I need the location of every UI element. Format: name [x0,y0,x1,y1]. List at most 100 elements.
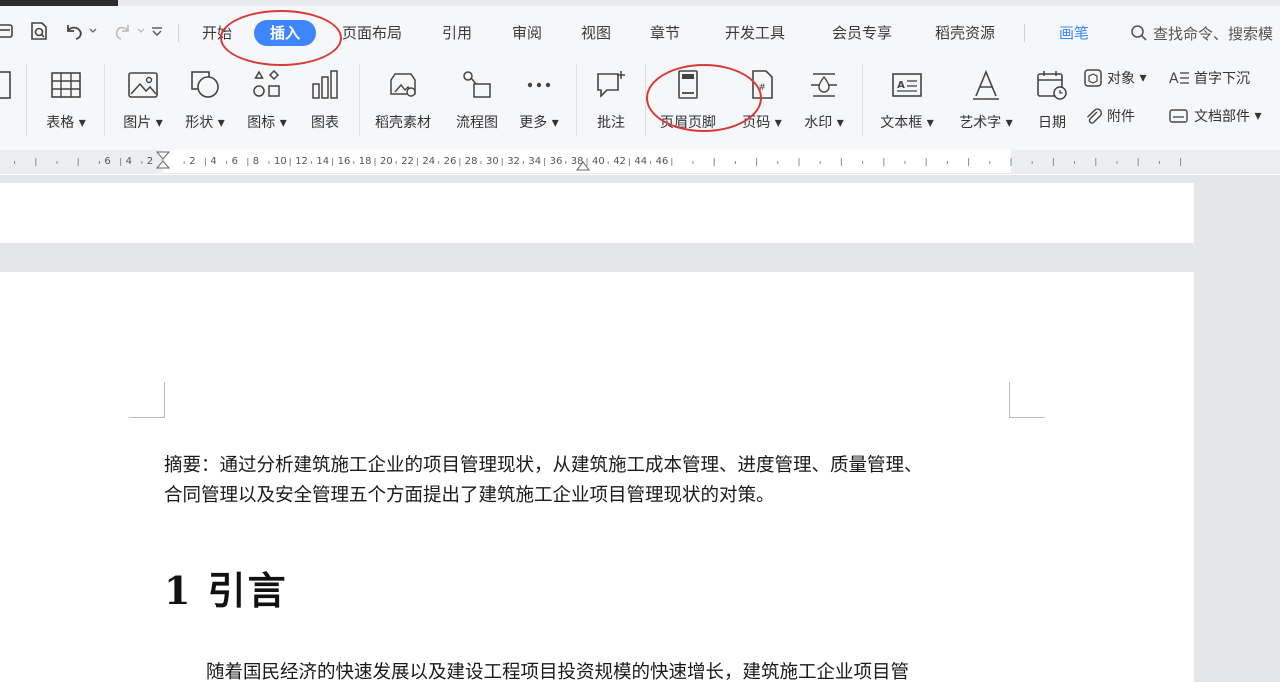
attachment-button[interactable]: 附件 [1083,104,1135,128]
comment-label: 批注 [597,115,625,131]
object-button[interactable]: 对象 ▾ [1083,66,1146,90]
more-label: 更多 [519,115,548,131]
svg-text:A: A [1169,71,1179,87]
icons-library-icon [253,69,280,97]
group-separator [104,64,105,136]
doc-parts-icon [1169,109,1188,123]
ruler-margin-right [1011,150,1280,174]
ruler-label: 6 [232,156,238,167]
attachment-label: 附件 [1107,109,1135,125]
table-button[interactable]: 表格 ▾ [37,66,95,136]
wps-writer-window: 开始 插入 页面布局 引用 审阅 视图 章节 开发工具 会员专享 稻壳资源 画笔… [0,0,1280,682]
tab-separator [1024,24,1025,42]
ruler-label: 4 [210,156,216,167]
shape-icon [191,71,219,98]
watermark-button[interactable]: 水印 ▾ [795,66,853,136]
picture-button[interactable]: 图片 ▾ [114,66,172,136]
flowchart-button[interactable]: 流程图 [448,66,506,136]
search-placeholder: 查找命令、搜索模 [1153,24,1274,43]
body-paragraph[interactable]: 随着国民经济的快速发展以及建设工程项目投资规模的快速增长，建筑施工企业项目管 [206,658,1036,682]
tab-pen[interactable]: 画笔 [1054,20,1094,46]
tab-member-exclusive[interactable]: 会员专享 [826,20,898,46]
ruler-label: 6 [104,156,110,167]
calendar-clock-icon [1037,71,1067,100]
margin-corner-top-right [1009,382,1045,418]
tab-review[interactable]: 审阅 [508,20,546,46]
group-separator [26,64,27,136]
date-button[interactable]: 日期 [1023,66,1081,136]
ruler-label: 42 [613,156,626,167]
tab-view[interactable]: 视图 [577,20,615,46]
toolbar-separator [178,24,179,42]
group-separator [862,64,863,136]
group-separator [359,64,360,136]
shape-label: 形状 [185,115,214,131]
abstract-line-1: 摘要：通过分析建筑施工企业的项目管理现状，从建筑施工成本管理、进度管理、质量管理… [164,455,923,476]
comment-icon [597,71,625,98]
tab-page-layout[interactable]: 页面布局 [338,20,406,46]
tab-section[interactable]: 章节 [646,20,684,46]
comment-button[interactable]: 批注 [582,66,640,136]
doc-parts-label: 文档部件 [1194,109,1250,125]
ruler-label: 24 [422,156,435,167]
customize-toolbar-icon[interactable] [150,18,164,44]
dropcap-button[interactable]: A 首字下沉 [1168,66,1250,90]
dropcap-icon: A [1169,71,1189,87]
watermark-icon [811,73,837,97]
section-heading[interactable]: 1 引言 [164,560,288,615]
abstract-line-2: 合同管理以及安全管理五个方面提出了建筑施工企业项目管理现状的对策。 [164,485,775,506]
more-icon [527,82,551,88]
ruler-margin-left [0,150,163,174]
flowchart-icon [463,71,491,98]
picture-icon [128,72,158,98]
redo-icon[interactable] [112,18,134,44]
wordart-button[interactable]: 艺术字 ▾ [957,66,1015,136]
docer-material-button[interactable]: 稻壳素材 [374,66,432,136]
horizontal-ruler[interactable]: 6 4 2 2 4 6 8 10 12 14 16 18 20 22 24 26 28 30 32 34 36 38 40 4… [0,150,1280,174]
tab-docer-resources[interactable]: 稻壳资源 [929,20,1001,46]
doc-parts-button[interactable]: 文档部件 ▾ [1168,104,1261,128]
watermark-label: 水印 [804,115,833,131]
page-icon [0,71,11,99]
flowchart-label: 流程图 [456,115,498,131]
previous-page [0,183,1194,243]
ruler-label: 46 [656,156,669,167]
tab-references[interactable]: 引用 [438,20,476,46]
undo-dropdown-icon[interactable] [88,18,98,44]
textbox-label: 文本框 [880,115,923,131]
more-button[interactable]: 更多 ▾ [510,66,568,136]
annotation-circle-header-footer [646,64,762,132]
tab-developer-tools[interactable]: 开发工具 [720,20,790,46]
object-label: 对象 [1107,71,1135,87]
redo-dropdown-icon[interactable] [136,18,146,44]
document-margin-gutter [1194,183,1280,682]
ruler-label: 32 [507,156,520,167]
ruler-label: 2 [147,156,153,167]
table-label: 表格 [46,115,75,131]
shape-button[interactable]: 形状 ▾ [176,66,234,136]
ruler-label: 22 [401,156,414,167]
material-icon [390,73,416,97]
ruler-label: 8 [253,156,259,167]
textbox-button[interactable]: A 文本框 ▾ [878,66,936,136]
ruler-label: 26 [444,156,457,167]
textbox-icon: A [892,73,922,97]
ruler-label: 14 [316,156,329,167]
ruler-label: 12 [295,156,308,167]
print-preview-icon[interactable] [28,18,50,44]
ruler-label: 16 [338,156,351,167]
abstract-paragraph[interactable]: 摘要：通过分析建筑施工企业的项目管理现状，从建筑施工成本管理、进度管理、质量管理… [164,451,1024,511]
wordart-label: 艺术字 [959,115,1002,131]
ruler-label: 4 [126,156,132,167]
ruler-label: 28 [465,156,478,167]
paperclip-icon [1087,108,1102,124]
ruler-label: 2 [189,156,195,167]
svg-text:A: A [897,80,905,91]
command-search[interactable]: 查找命令、搜索模 [1130,20,1273,46]
ribbon-button-partial[interactable] [0,66,28,136]
chart-button[interactable]: 图表 [296,66,354,136]
dropcap-label: 首字下沉 [1194,71,1250,87]
insert-ribbon: 表格 ▾ 图片 ▾ 形状 ▾ 图标 ▾ 图表 稻壳素材 流程图 更多 ▾ 批注 … [0,58,1280,150]
undo-icon[interactable] [62,18,86,44]
print-icon[interactable] [0,18,16,44]
